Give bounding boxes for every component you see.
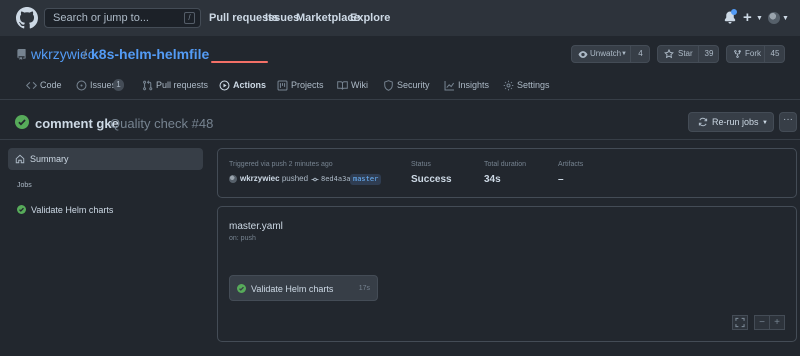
github-logo-icon[interactable] — [16, 7, 38, 29]
workflow-graph-panel: master.yaml on: push Validate Helm chart… — [217, 206, 797, 342]
job-node[interactable]: Validate Helm charts 17s — [229, 275, 378, 301]
job-node-duration: 17s — [358, 285, 370, 292]
project-icon — [277, 80, 288, 91]
job-node-label: Validate Helm charts — [251, 284, 334, 294]
sidebar-job-label[interactable]: Validate Helm charts — [31, 205, 113, 215]
home-icon — [15, 154, 25, 164]
fork-button[interactable]: Fork 45 — [726, 45, 785, 63]
unwatch-button[interactable]: Unwatch ▼ 4 — [571, 45, 650, 63]
actor-avatar — [229, 175, 237, 183]
more-options-button[interactable]: ··· — [779, 112, 797, 132]
tab-insights-label: Insights — [458, 80, 490, 90]
unwatch-label: Unwatch — [590, 49, 622, 58]
chevron-down-icon: ▼ — [762, 120, 768, 126]
artifacts-value: – — [558, 174, 564, 185]
repo-path-separator: / — [83, 46, 87, 62]
nav-issues[interactable]: Issues — [265, 12, 299, 24]
active-tab-underline — [211, 61, 268, 63]
tab-pull-requests-label: Pull requests — [156, 80, 209, 90]
fork-count[interactable]: 45 — [764, 46, 785, 62]
branch-label[interactable]: master — [350, 174, 382, 185]
duration-value: 34s — [484, 174, 501, 185]
workflow-run-name: Quality check #48 — [110, 116, 214, 131]
pull-request-icon — [143, 80, 153, 91]
run-summary-card: Triggered via push 2 minutes ago wkrzywi… — [217, 148, 797, 198]
watch-count[interactable]: 4 — [630, 46, 650, 62]
success-check-icon — [237, 284, 246, 293]
tab-code-label: Code — [40, 80, 62, 90]
commit-icon — [311, 176, 319, 183]
section-divider — [0, 139, 800, 140]
sidebar-item-summary[interactable]: Summary — [8, 148, 203, 170]
success-check-icon — [15, 115, 29, 129]
commit-title: comment gke — [35, 116, 119, 131]
sync-icon — [698, 117, 708, 127]
book-icon — [337, 81, 348, 90]
duration-label: Total duration — [484, 161, 527, 168]
workflow-file-name: master.yaml — [229, 221, 283, 232]
fullscreen-icon — [735, 317, 745, 328]
fork-label: Fork — [745, 49, 761, 58]
trigger-text: Triggered via push 2 minutes ago — [229, 161, 333, 168]
global-header: Search or jump to... / Pull requests Iss… — [0, 0, 800, 36]
artifacts-label: Artifacts — [558, 161, 584, 168]
jobs-heading: Jobs — [17, 182, 32, 189]
fullscreen-button[interactable] — [732, 315, 748, 330]
issues-count-badge: 1 — [113, 79, 124, 91]
tab-security-label: Security — [397, 80, 430, 90]
zoom-out-button[interactable]: − — [754, 315, 770, 330]
repo-name-link[interactable]: k8s-helm-helmfile — [91, 46, 209, 62]
star-count[interactable]: 39 — [698, 46, 719, 62]
tab-projects-label: Projects — [291, 80, 324, 90]
rerun-jobs-button[interactable]: Re-run jobs ▼ — [688, 112, 774, 132]
status-value: Success — [411, 174, 452, 185]
notification-indicator — [731, 9, 737, 15]
commit-sha-link[interactable]: 8ed4a3a — [321, 175, 351, 183]
rerun-jobs-label: Re-run jobs — [712, 117, 759, 127]
chevron-down-icon: ▼ — [621, 51, 627, 57]
chevron-down-icon: ▼ — [756, 15, 763, 22]
search-input[interactable]: Search or jump to... / — [44, 8, 201, 28]
star-icon — [664, 49, 674, 59]
actor-name[interactable]: wkrzywiec — [240, 174, 280, 183]
eye-icon — [578, 50, 588, 59]
create-new-plus-icon[interactable]: + — [743, 9, 752, 26]
nav-explore[interactable]: Explore — [350, 12, 390, 24]
issue-icon — [76, 80, 87, 91]
zoom-in-button[interactable]: + — [769, 315, 785, 330]
fork-icon — [733, 49, 742, 59]
summary-label: Summary — [30, 154, 69, 164]
repo-icon — [16, 48, 27, 61]
play-icon — [219, 80, 230, 91]
tab-actions-label: Actions — [233, 80, 267, 90]
repository-header: wkrzywiec / k8s-helm-helmfile Unwatch ▼ … — [0, 36, 800, 100]
graph-icon — [444, 81, 455, 91]
tab-settings-label: Settings — [517, 80, 550, 90]
tab-wiki-label: Wiki — [351, 80, 368, 90]
shield-icon — [384, 80, 393, 91]
search-shortcut-key: / — [184, 12, 195, 24]
user-avatar[interactable] — [768, 12, 780, 24]
star-label: Star — [678, 49, 693, 58]
workflow-trigger: on: push — [229, 235, 256, 242]
chevron-down-icon: ▼ — [782, 15, 789, 22]
search-placeholder: Search or jump to... — [53, 12, 149, 24]
gear-icon — [503, 80, 514, 91]
status-label: Status — [411, 161, 431, 168]
code-icon — [26, 82, 37, 89]
push-info: wkrzywiec pushed — [240, 174, 308, 183]
push-action: pushed — [281, 174, 309, 183]
star-button[interactable]: Star 39 — [657, 45, 719, 63]
success-check-icon — [17, 205, 26, 214]
